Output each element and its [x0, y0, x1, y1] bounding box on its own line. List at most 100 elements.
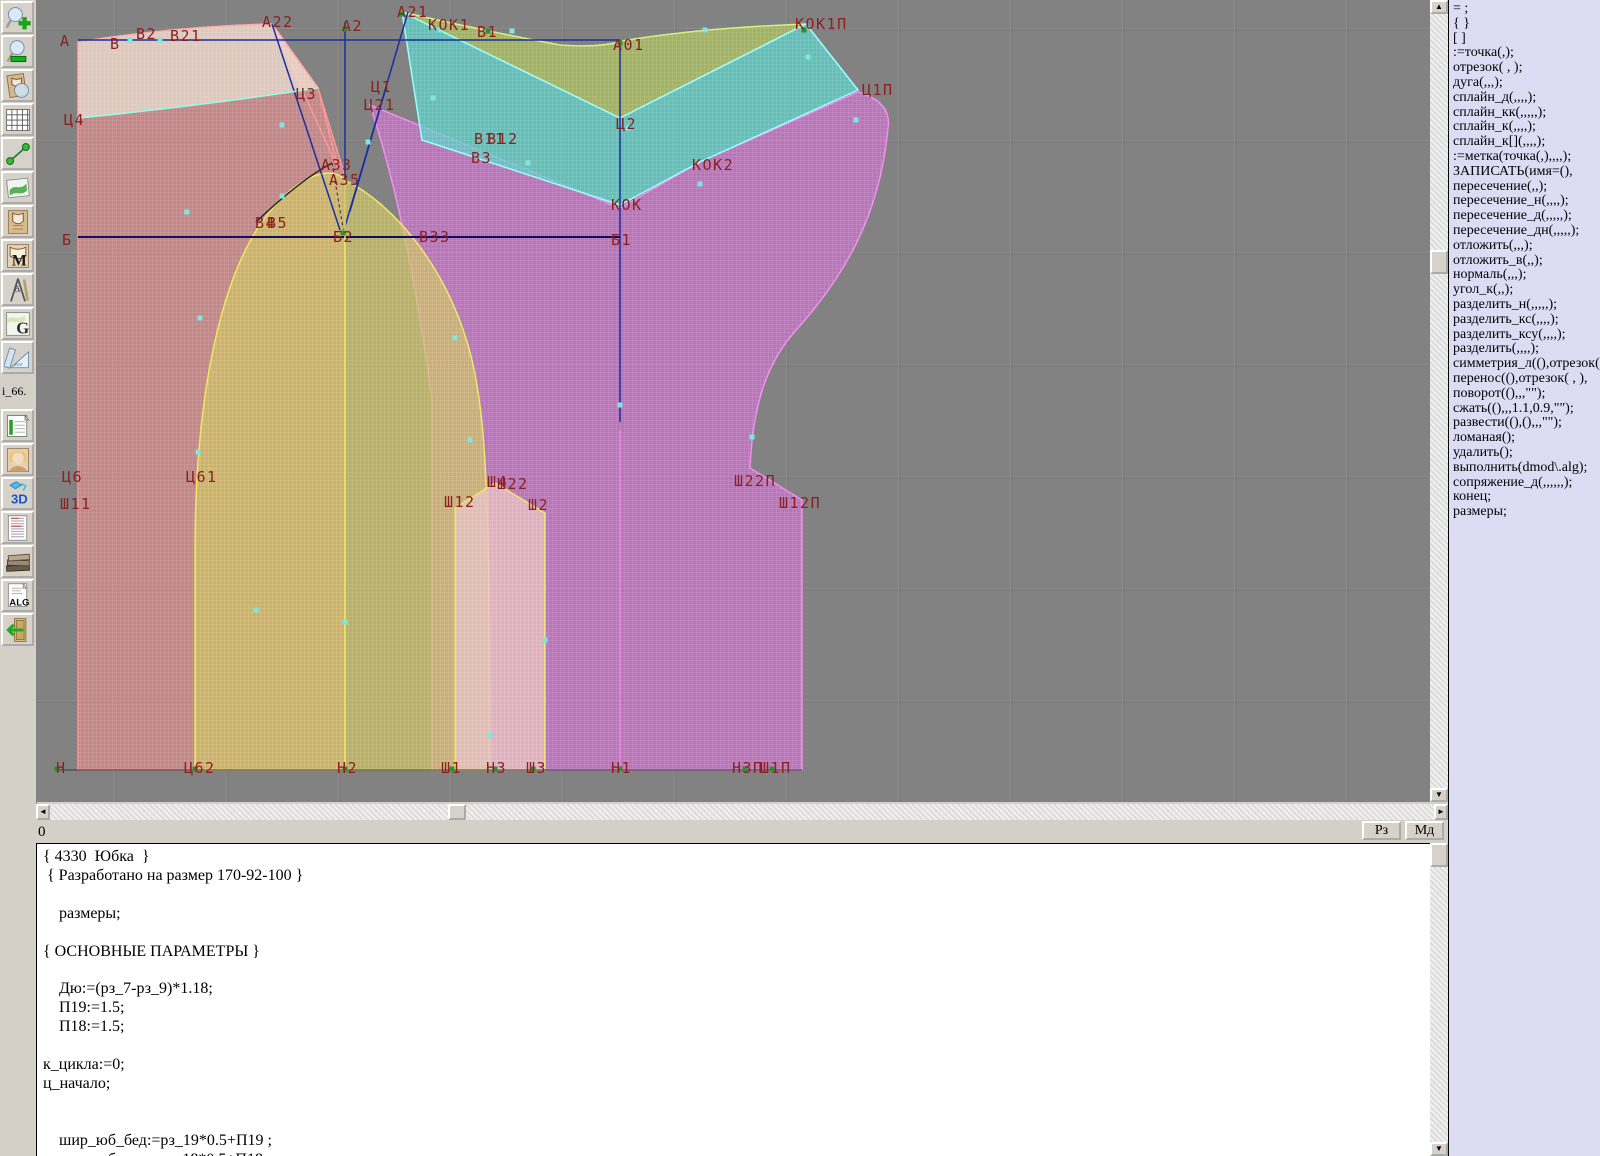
command-item[interactable]: удалить();	[1453, 446, 1600, 461]
curve-handle[interactable]	[280, 123, 285, 128]
command-item[interactable]: угол_к(,,);	[1453, 283, 1600, 298]
command-item[interactable]: разделить_н(,,,,,);	[1453, 298, 1600, 313]
curve-handle[interactable]	[196, 450, 201, 455]
curve-handle[interactable]	[703, 28, 708, 33]
rz-button[interactable]: Рз	[1362, 821, 1401, 840]
command-item[interactable]: развести((),(),,,"");	[1453, 416, 1600, 431]
curve-handle[interactable]	[185, 210, 190, 215]
three-d-icon[interactable]: 3D	[1, 477, 34, 510]
curve-handle[interactable]	[750, 435, 755, 440]
curve-handle[interactable]	[366, 140, 371, 145]
command-item[interactable]: сплайн_кк(,,,,,);	[1453, 106, 1600, 121]
command-item[interactable]: сплайн_к[](,,,,);	[1453, 135, 1600, 150]
curve-handle[interactable]	[431, 96, 436, 101]
map-icon[interactable]	[1, 171, 34, 204]
canvas-vscroll-up-arrow[interactable]: ▲	[1430, 0, 1448, 14]
pattern-piece-icon[interactable]	[1, 205, 34, 238]
drawing-canvas[interactable]: АВВ2В21А22А2А21КОК1В1А01КОК1ПЦ1ПЦ4Ц3Ц1Ц2…	[36, 0, 1430, 802]
command-item[interactable]: разделить(,,,,);	[1453, 342, 1600, 357]
command-item[interactable]: конец;	[1453, 490, 1600, 505]
curve-handle[interactable]	[158, 38, 163, 43]
i66-label[interactable]: i_66.	[1, 375, 34, 408]
command-item[interactable]: поворот((),,,"");	[1453, 387, 1600, 402]
editor-vscroll-thumb[interactable]	[1430, 843, 1448, 867]
command-item[interactable]: { }	[1453, 17, 1600, 32]
point-label: КОК1П	[795, 15, 848, 33]
curve-handle[interactable]	[526, 161, 531, 166]
curve-handle[interactable]	[488, 733, 493, 738]
curve-handle[interactable]	[543, 638, 548, 643]
canvas-vscrollbar[interactable]: ▲ ▼	[1430, 0, 1448, 802]
curve-handle[interactable]	[468, 438, 473, 443]
command-item[interactable]: дуга(,,,);	[1453, 76, 1600, 91]
algorithm-text-editor[interactable]: { 4330 Юбка } { Разработано на размер 17…	[36, 843, 1431, 1156]
alg-document-icon[interactable]: ALG	[1, 579, 34, 612]
letter-g-icon[interactable]: G	[1, 307, 34, 340]
command-item[interactable]: перенос((),отрезок( , ),	[1453, 372, 1600, 387]
drafting-tools-icon[interactable]: А	[1, 273, 34, 306]
point-label: В3	[471, 149, 492, 167]
command-item[interactable]: сплайн_д(,,,,);	[1453, 91, 1600, 106]
curve-handle[interactable]	[254, 608, 259, 613]
exit-icon[interactable]	[1, 613, 34, 646]
command-item[interactable]: симметрия_л((),отрезок( , )	[1453, 357, 1600, 372]
pattern-drawing[interactable]: АВВ2В21А22А2А21КОК1В1А01КОК1ПЦ1ПЦ4Ц3Ц1Ц2…	[36, 0, 1430, 802]
command-item[interactable]: пересечение_д(,,,,,);	[1453, 209, 1600, 224]
measure-segment-icon[interactable]	[1, 137, 34, 170]
canvas-hscroll-right-arrow[interactable]: ►	[1434, 804, 1448, 820]
command-item[interactable]: пересечение_дн(,,,,,);	[1453, 224, 1600, 239]
canvas-vscroll-down-arrow[interactable]: ▼	[1430, 788, 1448, 802]
curve-handle[interactable]	[453, 336, 458, 341]
curve-handle[interactable]	[698, 182, 703, 187]
curve-handle[interactable]	[806, 55, 811, 60]
md-button[interactable]: Мд	[1405, 821, 1444, 840]
editor-vscroll-down-arrow[interactable]: ▼	[1430, 1142, 1448, 1156]
canvas-hscroll-thumb[interactable]	[448, 804, 466, 820]
model-photo-icon[interactable]	[1, 443, 34, 476]
command-item[interactable]: пересечение_н(,,,,);	[1453, 194, 1600, 209]
command-item[interactable]: сжать((),,,1.1,0.9,"");	[1453, 402, 1600, 417]
point-label: Ц62	[184, 759, 216, 777]
command-item[interactable]: нормаль(,,,);	[1453, 268, 1600, 283]
command-item[interactable]: разделить_кс(,,,,);	[1453, 313, 1600, 328]
zoom-in-icon[interactable]	[1, 1, 34, 34]
command-item[interactable]: размеры;	[1453, 505, 1600, 520]
command-item[interactable]: отрезок( , );	[1453, 61, 1600, 76]
command-item[interactable]: разделить_ксу(,,,,);	[1453, 328, 1600, 343]
command-item[interactable]: ЗАПИСАТЬ(имя=(),	[1453, 165, 1600, 180]
command-item[interactable]: :=метка(точка(,),,,,);	[1453, 150, 1600, 165]
zoom-out-icon[interactable]	[1, 35, 34, 68]
preview-pattern-icon[interactable]	[1, 69, 34, 102]
grid-icon[interactable]	[1, 103, 34, 136]
ruler-triangle-icon[interactable]	[1, 341, 34, 374]
command-item[interactable]: выполнить(dmod\.alg);	[1453, 461, 1600, 476]
curve-handle[interactable]	[510, 29, 515, 34]
curve-handle[interactable]	[198, 316, 203, 321]
letter-m-icon[interactable]: M	[1, 239, 34, 272]
canvas-hscrollbar[interactable]: ◄ ►	[36, 804, 1448, 820]
curve-handle[interactable]	[618, 403, 623, 408]
editor-vscrollbar[interactable]: ▼	[1430, 843, 1448, 1156]
command-item[interactable]: сплайн_к(,,,,);	[1453, 120, 1600, 135]
canvas-vscroll-thumb[interactable]	[1430, 250, 1448, 274]
toolbar: MАGi_66. 3D ALG	[0, 0, 37, 1156]
size-table-icon[interactable]	[1, 409, 34, 442]
books-icon[interactable]	[1, 545, 34, 578]
point-label: Б1	[611, 231, 632, 249]
command-item[interactable]: отложить_в(,,);	[1453, 254, 1600, 269]
command-item[interactable]: сопряжение_д(,,,,,,);	[1453, 476, 1600, 491]
curve-handle[interactable]	[854, 118, 859, 123]
command-item[interactable]: отложить(,,,);	[1453, 239, 1600, 254]
command-item[interactable]: [ ]	[1453, 32, 1600, 47]
command-item[interactable]: ломаная();	[1453, 431, 1600, 446]
algorithm-code[interactable]: { 4330 Юбка } { Разработано на размер 17…	[43, 848, 1431, 1156]
point-label: В33	[419, 228, 451, 246]
command-item[interactable]: = ;	[1453, 2, 1600, 17]
document-list-icon[interactable]	[1, 511, 34, 544]
curve-handle[interactable]	[343, 620, 348, 625]
command-item[interactable]: :=точка(,);	[1453, 46, 1600, 61]
curve-handle[interactable]	[128, 38, 133, 43]
canvas-hscroll-left-arrow[interactable]: ◄	[36, 804, 50, 820]
command-item[interactable]: пересечение(,,);	[1453, 180, 1600, 195]
curve-handle[interactable]	[280, 194, 285, 199]
